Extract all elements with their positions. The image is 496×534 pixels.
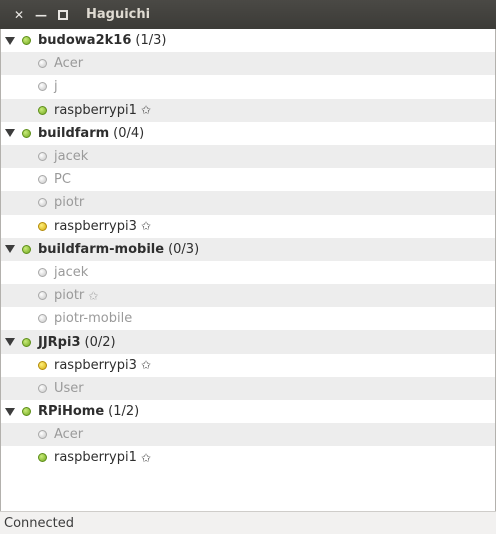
expander-down-icon[interactable] — [5, 36, 15, 45]
member-name: raspberrypi3 — [54, 218, 137, 234]
member-offline-icon — [38, 82, 47, 92]
member-name: j — [54, 79, 58, 95]
star-icon: ✩ — [140, 103, 151, 118]
member-offline-icon — [38, 59, 47, 69]
network-count: (1/2) — [108, 404, 140, 420]
member-name: raspberrypi1 — [54, 450, 137, 466]
member-row[interactable]: Acer — [1, 423, 495, 447]
star-icon: ✩ — [88, 288, 99, 303]
member-row[interactable]: User — [1, 376, 495, 400]
member-row[interactable]: jacek — [1, 261, 495, 284]
expander-down-icon[interactable] — [5, 407, 15, 416]
member-online-icon — [38, 453, 47, 463]
minimize-icon[interactable]: — — [30, 4, 52, 26]
member-row[interactable]: j — [1, 75, 495, 98]
expander-down-icon[interactable] — [5, 129, 15, 138]
network-row[interactable]: buildfarm (0/4) — [1, 122, 495, 145]
member-row[interactable]: piotr-mobile — [1, 307, 495, 330]
member-offline-icon — [38, 430, 47, 440]
member-row[interactable]: piotr — [1, 191, 495, 215]
network-row[interactable]: RPiHome (1/2) — [1, 400, 495, 423]
member-row[interactable]: jacek — [1, 144, 495, 169]
member-offline-icon — [38, 291, 47, 301]
member-name: jacek — [54, 149, 89, 165]
member-row[interactable]: piotr ✩ — [1, 284, 495, 308]
network-count: (0/4) — [113, 125, 145, 141]
member-row[interactable]: raspberrypi1 ✩ — [1, 446, 495, 469]
maximize-icon[interactable] — [52, 4, 74, 26]
network-row[interactable]: JJRpi3 (0/2) — [1, 330, 495, 354]
network-status-icon — [22, 36, 31, 46]
network-name: buildfarm-mobile — [38, 241, 165, 257]
star-icon: ✩ — [140, 450, 151, 465]
network-status-icon — [22, 407, 31, 417]
member-offline-icon — [38, 383, 47, 393]
member-name: User — [54, 380, 84, 396]
member-name: Acer — [54, 56, 84, 72]
network-row[interactable]: buildfarm-mobile (0/3) — [1, 237, 495, 261]
member-name: PC — [54, 172, 71, 188]
network-status-icon — [22, 244, 31, 254]
status-text: Connected — [4, 515, 75, 531]
member-away-icon — [38, 360, 47, 370]
member-name: Acer — [54, 427, 84, 443]
network-tree: budowa2k16 (1/3) Acer j raspberrypi1 ✩ b… — [0, 29, 496, 511]
member-name: piotr — [54, 288, 85, 304]
member-offline-icon — [38, 198, 47, 208]
member-name: raspberrypi1 — [54, 102, 137, 118]
network-name: RPiHome — [38, 404, 105, 420]
member-row[interactable]: PC — [1, 168, 495, 191]
member-name: piotr — [54, 195, 85, 211]
star-icon: ✩ — [140, 358, 151, 373]
member-offline-icon — [38, 175, 47, 185]
member-offline-icon — [38, 267, 47, 277]
network-count: (0/2) — [84, 334, 116, 350]
star-icon: ✩ — [140, 219, 151, 234]
network-row[interactable]: budowa2k16 (1/3) — [1, 29, 495, 52]
network-name: budowa2k16 — [38, 33, 132, 49]
title-bar: ✕ — Haguichi — [0, 0, 496, 29]
member-row[interactable]: Acer — [1, 52, 495, 76]
network-name: JJRpi3 — [38, 334, 81, 350]
expander-down-icon[interactable] — [5, 245, 15, 254]
network-count: (1/3) — [135, 33, 167, 49]
member-name: piotr-mobile — [54, 311, 133, 327]
expander-down-icon[interactable] — [5, 338, 15, 347]
network-count: (0/3) — [168, 241, 200, 257]
network-status-icon — [22, 337, 31, 347]
status-bar: Connected — [0, 511, 496, 534]
network-status-icon — [22, 128, 31, 138]
network-name: buildfarm — [38, 125, 110, 141]
member-offline-icon — [38, 152, 47, 162]
window-title: Haguichi — [86, 7, 151, 22]
close-icon[interactable]: ✕ — [8, 4, 30, 26]
member-name: raspberrypi3 — [54, 357, 137, 373]
member-name: jacek — [54, 264, 89, 280]
member-row[interactable]: raspberrypi3 ✩ — [1, 215, 495, 238]
member-row[interactable]: raspberrypi3 ✩ — [1, 354, 495, 377]
member-row[interactable]: raspberrypi1 ✩ — [1, 98, 495, 122]
member-online-icon — [38, 105, 47, 115]
member-offline-icon — [38, 314, 47, 324]
member-away-icon — [38, 221, 47, 231]
